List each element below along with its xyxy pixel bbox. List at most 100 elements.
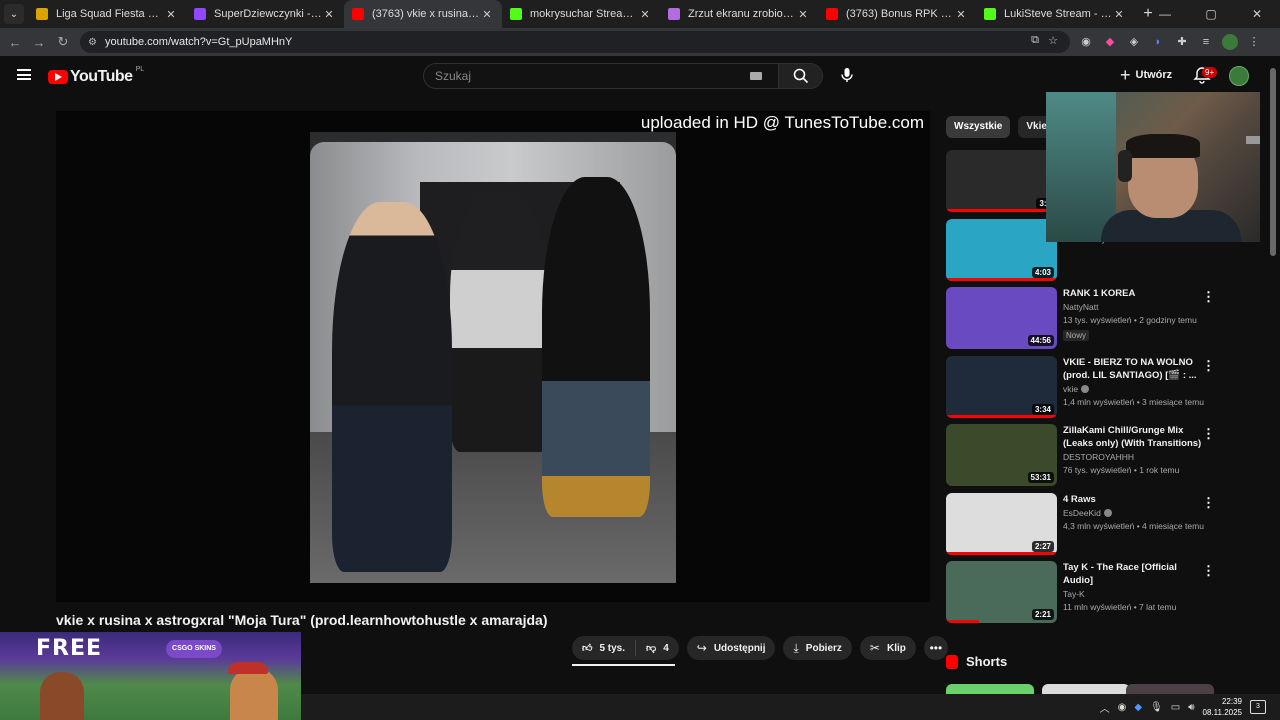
- tab-close-icon[interactable]: ✕: [480, 8, 494, 21]
- ad-free-text: FREE: [36, 636, 103, 661]
- browser-tab[interactable]: SuperDziewczynki - Twitch✕: [186, 0, 344, 28]
- extension-icon[interactable]: ◈: [1126, 34, 1142, 50]
- recommendation-title[interactable]: 4 Raws: [1063, 493, 1208, 506]
- extensions-puzzle-icon[interactable]: ✚: [1174, 34, 1190, 50]
- chip-all[interactable]: Wszystkie: [946, 116, 1011, 138]
- recommendation-menu-icon[interactable]: ⋮: [1202, 426, 1215, 442]
- browser-tab[interactable]: mokrysuchar Stream - Watch Li✕: [502, 0, 660, 28]
- browser-tab[interactable]: LukiSteve Stream - Watch Live✕: [976, 0, 1134, 28]
- recommendation-thumbnail[interactable]: 3:4: [946, 150, 1057, 212]
- recommendation-title[interactable]: RANK 1 KOREA: [1063, 287, 1208, 300]
- forward-icon[interactable]: →: [27, 35, 51, 50]
- channel-name: vkie: [1063, 384, 1079, 394]
- tab-close-icon[interactable]: ✕: [164, 8, 178, 21]
- volume-icon[interactable]: 🔊︎: [1188, 702, 1194, 713]
- search-box: Szukaj: [423, 63, 823, 89]
- recommendation-stats: 76 tys. wyświetleń • 1 rok temu: [1063, 465, 1180, 475]
- search-button[interactable]: [778, 64, 822, 88]
- extension-icon[interactable]: ◗: [1150, 34, 1166, 50]
- extension-icon[interactable]: ◆: [1102, 34, 1118, 50]
- back-icon[interactable]: ←: [3, 35, 27, 50]
- tab-close-icon[interactable]: ✕: [796, 8, 810, 21]
- more-actions-icon[interactable]: •••: [923, 636, 948, 660]
- recommendation-channel[interactable]: DESTOROYAHHH: [1063, 452, 1208, 462]
- recommendation-menu-icon[interactable]: ⋮: [1202, 495, 1215, 511]
- recommendation-channel[interactable]: EsDeeKid: [1063, 508, 1208, 518]
- recommendation-channel[interactable]: NattyNatt: [1063, 302, 1208, 312]
- recommendation-meta: RANK 1 KOREA NattyNatt 13 tys. wyświetleń …: [1063, 287, 1208, 343]
- create-button[interactable]: + Utwórz: [1120, 64, 1172, 86]
- recommendation-menu-icon[interactable]: ⋮: [1202, 289, 1215, 305]
- bookmark-star-icon[interactable]: ☆: [1046, 34, 1060, 47]
- tab-close-icon[interactable]: ✕: [638, 8, 652, 21]
- recommendation-thumbnail[interactable]: 53:31: [946, 424, 1057, 486]
- like-button[interactable]: 👍︎ 5 tys.: [572, 636, 635, 660]
- video-watermark: uploaded in HD @ TunesToTube.com: [640, 113, 924, 132]
- recommendation-channel[interactable]: vkie: [1063, 384, 1208, 394]
- reload-icon[interactable]: ↻: [51, 34, 75, 50]
- close-window-icon[interactable]: ✕: [1234, 0, 1280, 28]
- recommendation-thumbnail[interactable]: 4:03: [946, 219, 1057, 281]
- recommendation-thumbnail[interactable]: 2:27: [946, 493, 1057, 555]
- minimize-icon[interactable]: —: [1142, 0, 1188, 28]
- browser-menu-icon[interactable]: ⋮: [1246, 34, 1262, 50]
- reading-list-icon[interactable]: ≡: [1198, 34, 1214, 50]
- page-scrollbar[interactable]: [1270, 68, 1276, 256]
- recommendation-menu-icon[interactable]: ⋮: [1202, 563, 1215, 579]
- recommendation-item[interactable]: 2:21 Tay K - The Race [Official Audio] Tay…: [946, 561, 1226, 623]
- site-info-icon[interactable]: ⚙: [88, 37, 97, 48]
- recommendation-item[interactable]: 44:56 RANK 1 KOREA NattyNatt 13 tys. wyświe…: [946, 287, 1226, 349]
- video-player[interactable]: uploaded in HD @ TunesToTube.com: [56, 111, 930, 602]
- browser-tab[interactable]: Liga Squad Fiesta Dzień 2 - prze✕: [28, 0, 186, 28]
- tab-close-icon[interactable]: ✕: [1112, 8, 1126, 21]
- channel-name: DESTOROYAHHH: [1063, 452, 1135, 462]
- download-icon: ⤓: [793, 640, 799, 655]
- recommendation-channel[interactable]: Tay-K: [1063, 589, 1208, 599]
- recommendation-thumbnail[interactable]: 2:21: [946, 561, 1057, 623]
- tab-close-icon[interactable]: ✕: [954, 8, 968, 21]
- hamburger-menu-icon[interactable]: [17, 69, 31, 80]
- tab-title: (3763) vkie x rusina x astrogxra: [372, 8, 480, 20]
- recommendation-title[interactable]: VKIE - BIERZ TO NA WOLNO (prod. LIL SANT…: [1063, 356, 1208, 382]
- recommendation-item[interactable]: 2:27 4 Raws EsDeeKid 4,3 mln wyświetleń • 4…: [946, 493, 1226, 555]
- keyboard-icon[interactable]: [750, 72, 762, 80]
- microphone-tray-icon[interactable]: 🎙︎: [1150, 702, 1163, 713]
- account-avatar[interactable]: [1229, 66, 1249, 86]
- browser-tab[interactable]: (3763) vkie x rusina x astrogxra✕: [344, 0, 502, 28]
- tab-close-icon[interactable]: ✕: [322, 8, 336, 21]
- youtube-logo[interactable]: YouTube PL: [48, 66, 144, 86]
- tray-app-icon[interactable]: ◉: [1118, 702, 1127, 713]
- recommendation-thumbnail[interactable]: 3:34: [946, 356, 1057, 418]
- taskbar-clock[interactable]: 22:39 08.11.2025: [1203, 696, 1242, 718]
- tray-app-icon[interactable]: ◆: [1134, 702, 1142, 713]
- dislike-button[interactable]: 👎︎ 4: [636, 636, 679, 660]
- ad-banner[interactable]: FREE CSGO SKINS: [0, 632, 301, 720]
- voice-search-button[interactable]: [836, 64, 858, 86]
- tab-favicon-icon: [826, 8, 838, 20]
- search-input[interactable]: Szukaj: [424, 69, 750, 83]
- download-button[interactable]: ⤓ Pobierz: [783, 636, 852, 660]
- recommendation-title[interactable]: Tay K - The Race [Official Audio]: [1063, 561, 1208, 587]
- network-icon[interactable]: ▭: [1171, 702, 1180, 713]
- extension-icon[interactable]: ◉: [1078, 34, 1094, 50]
- recommendation-menu-icon[interactable]: ⋮: [1202, 358, 1215, 374]
- tab-search-chevron-icon[interactable]: ⌄: [4, 4, 24, 24]
- tray-chevron-icon[interactable]: ︿: [1100, 700, 1110, 715]
- profile-avatar-icon[interactable]: [1222, 34, 1238, 50]
- maximize-icon[interactable]: ▢: [1188, 0, 1234, 28]
- browser-tab[interactable]: (3763) Bonus RPK / CS - W✕: [818, 0, 976, 28]
- recommendation-thumbnail[interactable]: 44:56: [946, 287, 1057, 349]
- recommendation-item[interactable]: 3:34 VKIE - BIERZ TO NA WOLNO (prod. LIL …: [946, 356, 1226, 418]
- cast-icon[interactable]: ⧉: [1028, 34, 1042, 47]
- url-field[interactable]: ⚙ youtube.com/watch?v=Gt_pUpaMHnY ⧉ ☆: [80, 31, 1070, 53]
- recommendation-item[interactable]: 53:31 ZillaKami Chill/Grunge Mix (Leaks o…: [946, 424, 1226, 486]
- browser-tab[interactable]: Zrzut ekranu zrobiony przez Lig✕: [660, 0, 818, 28]
- notification-center-icon[interactable]: 3: [1250, 700, 1266, 714]
- recommendation-title[interactable]: ZillaKami Chill/Grunge Mix (Leaks only) …: [1063, 424, 1208, 450]
- thumbs-down-icon: 👎︎: [646, 643, 657, 654]
- verified-check-icon: [1081, 385, 1090, 393]
- share-button[interactable]: ↪ Udostępnij: [686, 636, 776, 660]
- ad-character: [40, 672, 84, 720]
- tab-title: mokrysuchar Stream - Watch Li: [530, 8, 638, 20]
- clip-button[interactable]: ✂ Klip: [859, 636, 916, 660]
